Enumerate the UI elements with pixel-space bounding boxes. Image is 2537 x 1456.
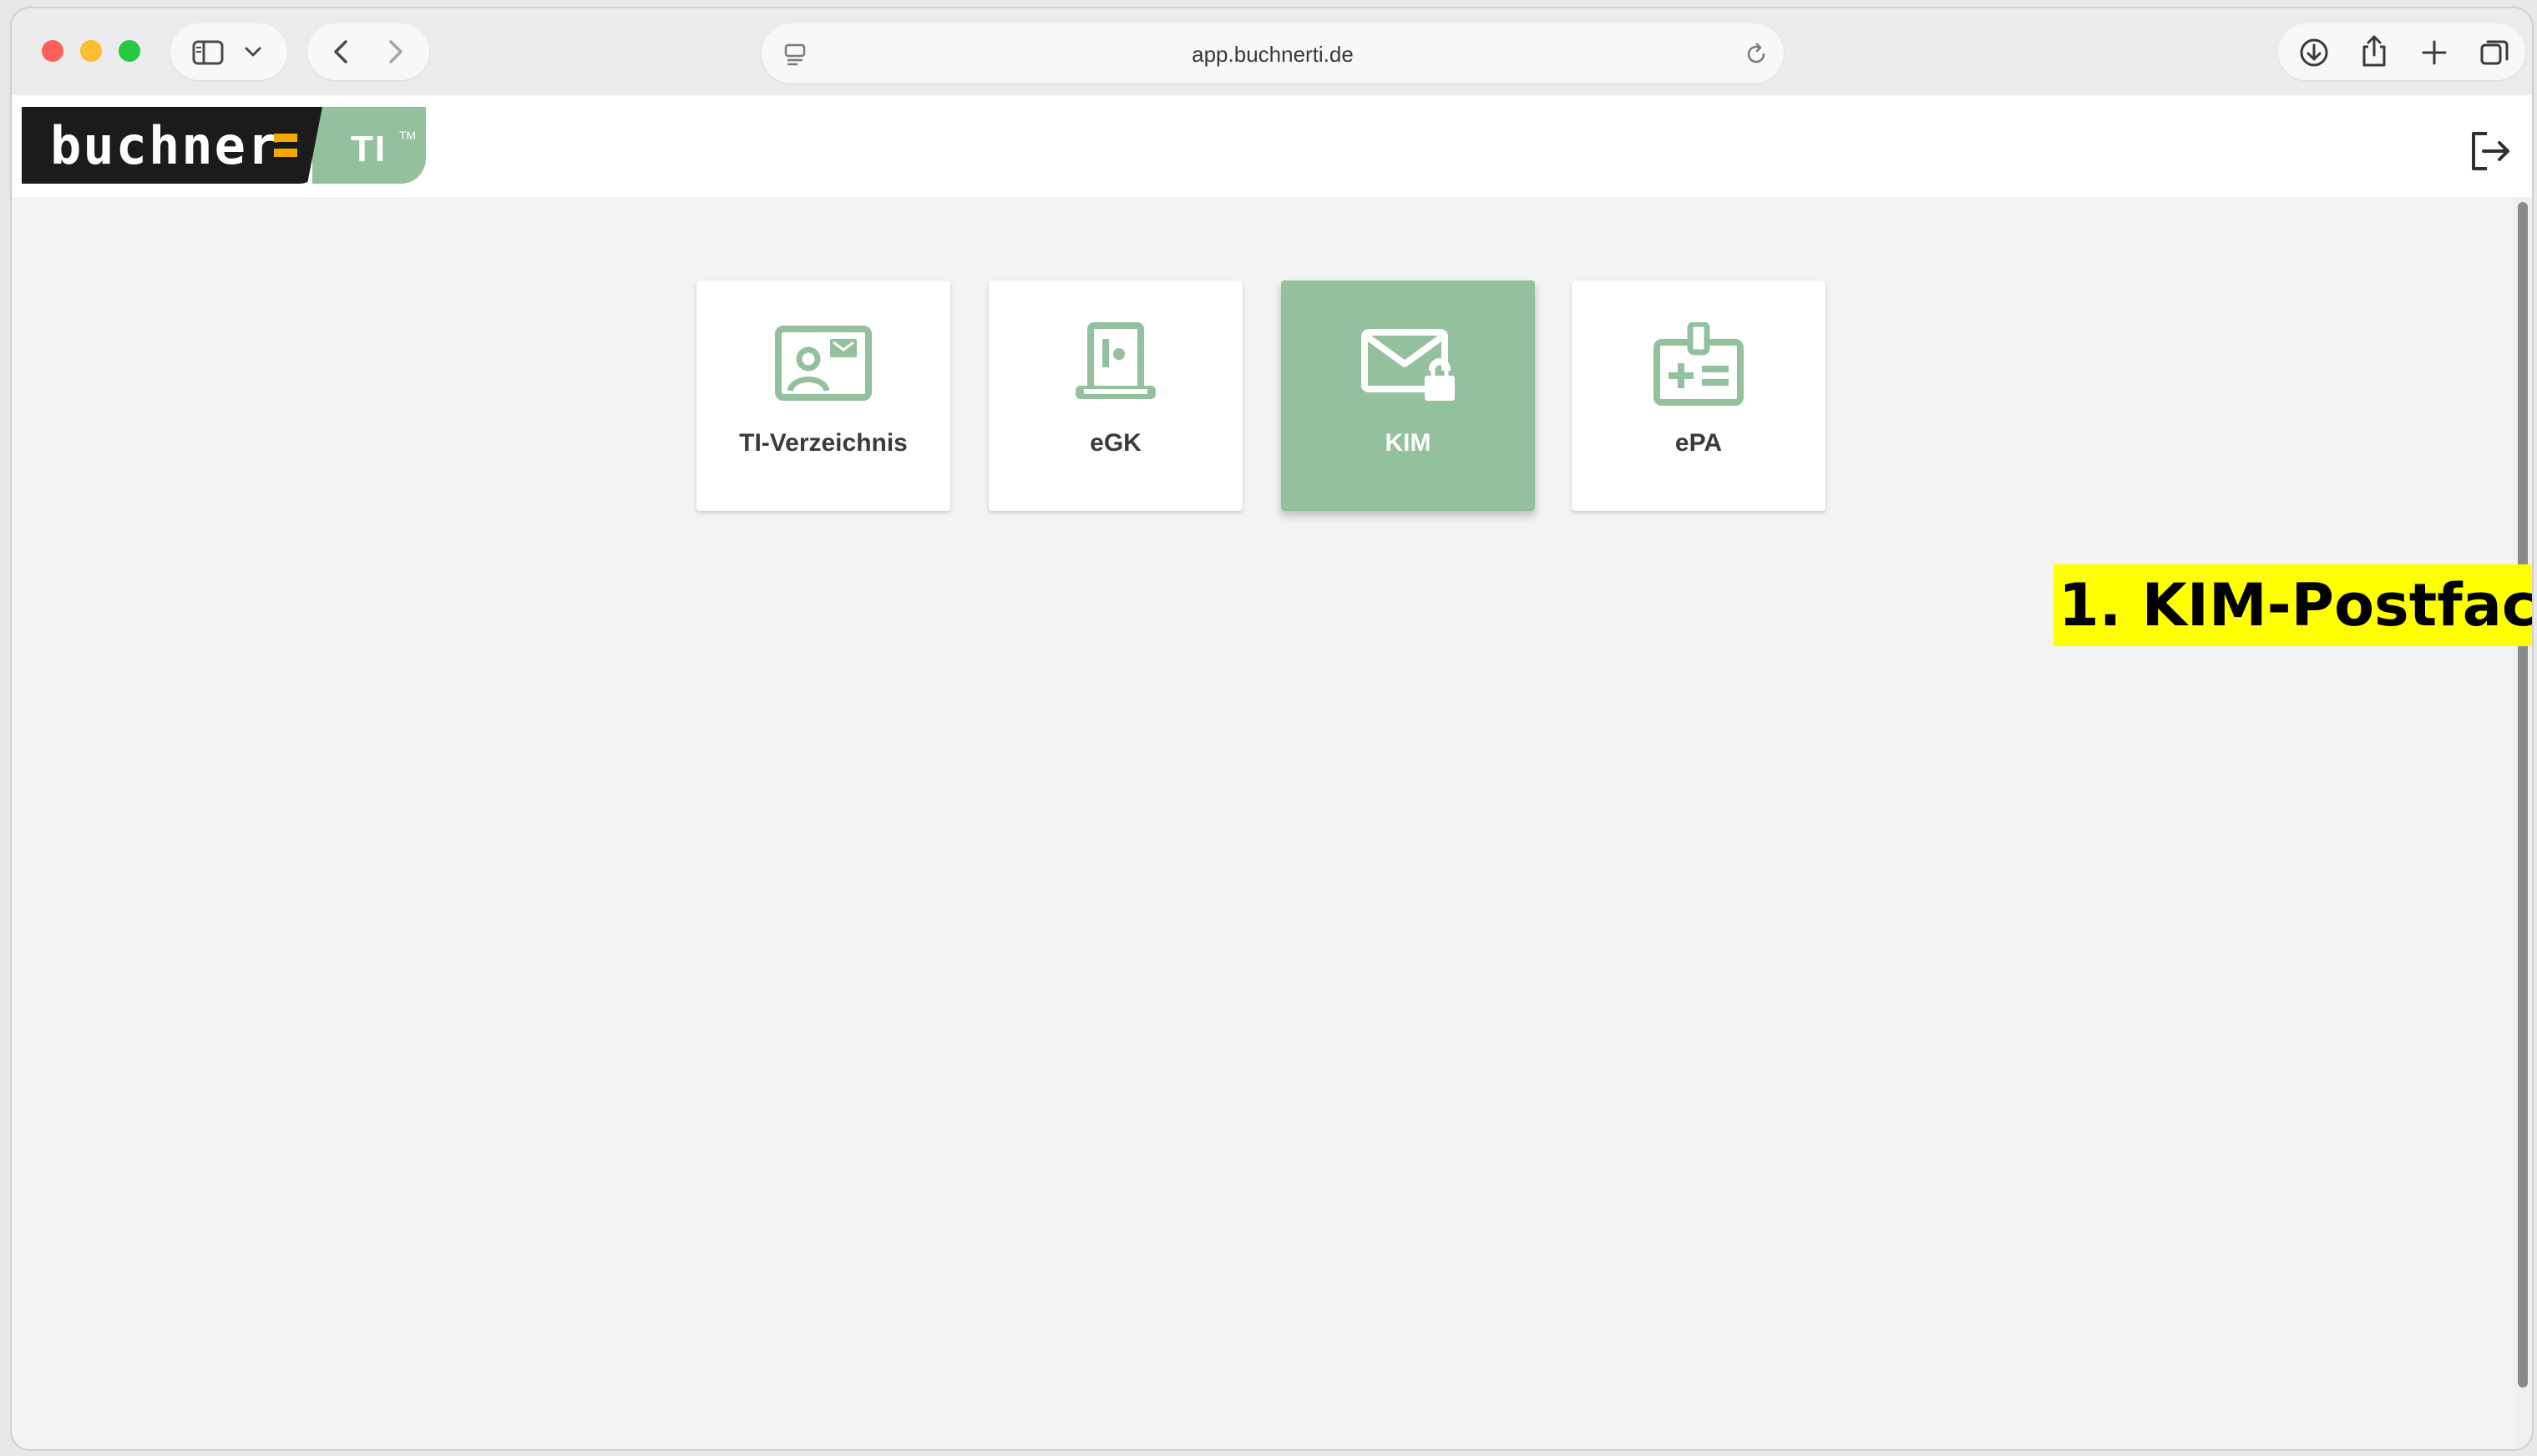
tile-ti-verzeichnis[interactable]: TI-Verzeichnis bbox=[696, 281, 950, 511]
tutorial-annotation: 1. KIM-Postfach bbox=[2053, 564, 2532, 646]
browser-window: app.buchnerti.de TI TM buchner TI-Verzei… bbox=[12, 8, 2532, 1449]
download-icon[interactable] bbox=[2298, 37, 2330, 68]
forward-icon[interactable] bbox=[386, 38, 406, 65]
minimize-window-button[interactable] bbox=[80, 40, 102, 62]
reload-icon[interactable] bbox=[1744, 42, 1769, 67]
tile-epa[interactable]: ePA bbox=[1572, 281, 1826, 511]
directory-card-icon bbox=[775, 326, 872, 401]
logo-ti-text: TI bbox=[351, 129, 387, 169]
mail-lock-icon bbox=[1361, 329, 1455, 401]
share-icon[interactable] bbox=[2360, 33, 2388, 68]
toolbar-actions-group bbox=[2278, 23, 2525, 80]
tile-egk[interactable]: eGK bbox=[989, 281, 1243, 511]
browser-toolbar: app.buchnerti.de bbox=[12, 8, 2532, 95]
tile-label: ePA bbox=[1674, 429, 1723, 457]
tile-label: KIM bbox=[1385, 429, 1431, 457]
logout-icon[interactable] bbox=[2467, 129, 2512, 174]
medical-badge-icon bbox=[1653, 322, 1744, 406]
address-bar[interactable]: app.buchnerti.de bbox=[762, 23, 1784, 83]
tile-label: eGK bbox=[1090, 429, 1142, 457]
back-icon[interactable] bbox=[331, 38, 351, 65]
close-window-button[interactable] bbox=[42, 40, 63, 62]
page-scrollbar[interactable] bbox=[2514, 197, 2532, 1449]
sidebar-toggle-group[interactable] bbox=[170, 23, 287, 80]
url-text: app.buchnerti.de bbox=[1192, 42, 1354, 67]
logo-tm-mark: TM bbox=[399, 129, 417, 142]
tile-label: TI-Verzeichnis bbox=[739, 429, 908, 457]
logo-equals-mark bbox=[274, 132, 297, 160]
chevron-down-icon[interactable] bbox=[244, 45, 262, 58]
sidebar-icon[interactable] bbox=[192, 40, 224, 65]
scrollbar-thumb[interactable] bbox=[2518, 202, 2528, 1388]
logo[interactable]: buchner bbox=[22, 107, 322, 184]
tab-overview-icon[interactable] bbox=[2479, 37, 2510, 68]
zoom-window-button[interactable] bbox=[119, 40, 140, 62]
tile-kim[interactable]: KIM bbox=[1281, 281, 1535, 511]
logo-wordmark: buchner bbox=[50, 115, 281, 176]
logo-ti-badge: TI TM bbox=[312, 107, 426, 184]
navigation-group bbox=[307, 23, 429, 80]
main-content: TI-Verzeichnis eGK KIM ePA bbox=[12, 197, 2532, 1449]
app-header: TI TM buchner bbox=[12, 95, 2532, 197]
plus-icon[interactable] bbox=[2420, 38, 2448, 67]
health-card-reader-icon bbox=[1076, 322, 1156, 399]
